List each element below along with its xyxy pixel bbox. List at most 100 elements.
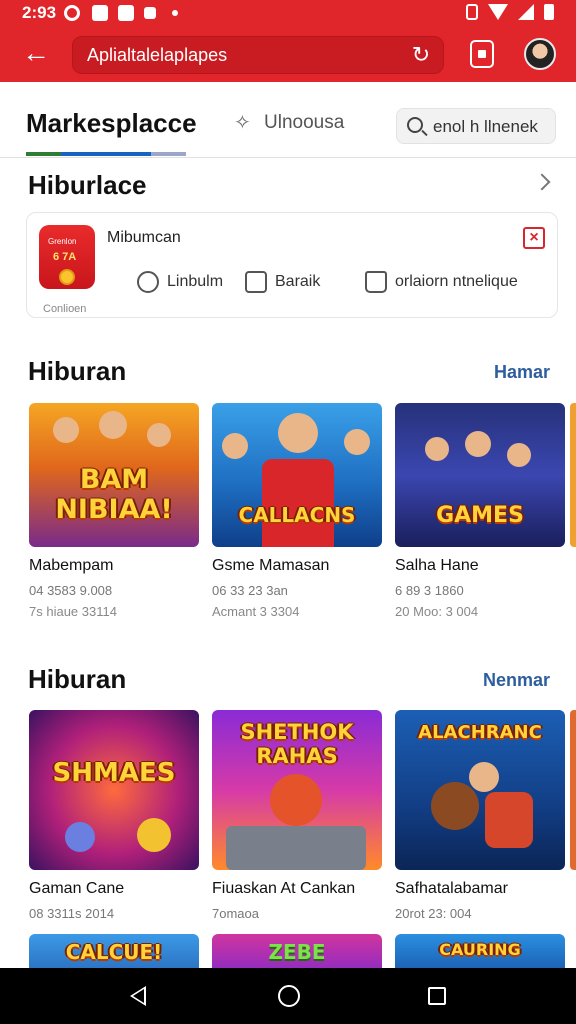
character-image [53,417,79,443]
reload-icon[interactable]: ↻ [409,43,433,67]
avatar[interactable] [524,38,556,70]
status-time: 2:93 [22,3,57,22]
notice-action-label: Baraik [275,273,321,290]
character-image [147,423,171,447]
nav-home-icon[interactable] [278,985,300,1007]
status-bar: 2:93 [0,0,576,28]
search-icon [407,117,423,133]
notice-title: Mibumcan [107,229,181,246]
game-art-title: ALACHRANC [418,722,542,743]
game-art-title: BAM NIBIAA! [55,464,173,525]
game-name: Salha Hane [395,557,479,574]
app-icon: Grenlon 6 7A [39,225,95,289]
close-icon[interactable]: × [523,227,545,249]
game-name: Mabempam [29,557,114,574]
notification-icon [118,5,134,21]
battery-icon [544,4,554,20]
puzzle-icon: ✧ [234,112,251,134]
tab-marketplace[interactable]: Markesplacce [26,108,197,139]
url-bar[interactable]: Aplialtalelaplapes ↻ [72,36,444,74]
section-title-1: Hiburan [28,356,127,386]
character-image [278,413,318,453]
status-icons [466,4,554,20]
game-art-title: CALLACNS [238,503,356,527]
game-thumbnail[interactable]: BAM NIBIAA! [29,403,199,547]
notification-icon [92,5,108,21]
nav-recents-icon[interactable] [428,987,446,1005]
character-image [469,762,499,792]
cart-image [226,826,366,870]
game-thumbnail[interactable]: SHMAES [29,710,199,870]
character-image [222,433,248,459]
game-tile[interactable]: BAM NIBIAA! Mabempam 04 3583 9.008 7s hi… [29,403,199,619]
back-arrow-icon[interactable]: ← [20,38,52,70]
game-tile-peek[interactable] [570,403,576,547]
game-meta: 7omaoa [212,906,259,921]
nav-back-icon[interactable] [130,986,146,1006]
game-art-title: CALCUE! [65,940,163,964]
notification-icon [144,7,156,19]
game-tile[interactable]: SHETHOK RAHAS Fiuaskan At Cankan 7omaoa [212,710,382,921]
character-image [425,437,449,461]
notice-action-label: Linbulm [167,273,224,290]
game-thumbnail[interactable]: CALLACNS [212,403,382,547]
app-icon-number: 6 7A [53,251,77,263]
game-art-title: SHMAES [52,758,176,788]
gem-image [137,818,171,852]
game-tile[interactable]: ALACHRANC Safhatalabamar 20rot 23: 004 [395,710,565,921]
app-bar: ← Aplialtalelaplapes ↻ [0,28,576,82]
game-meta: 08 3311s 2014 [29,906,115,921]
game-tile[interactable]: CALLACNS Gsme Mamasan 06 33 23 3an Acman… [212,403,382,619]
game-art-title: CAURING [439,940,521,959]
notice-action-2[interactable]: Baraik [245,271,320,293]
game-thumbnail[interactable]: GAMES [395,403,565,547]
game-name: Gaman Cane [29,880,125,897]
character-image [344,429,370,455]
section-title-2: Hiburan [28,664,127,694]
chat-icon [245,271,267,293]
game-name: Gsme Mamasan [212,557,330,574]
gem-image [65,822,95,852]
vibrate-icon [466,4,478,20]
game-thumbnail[interactable]: ALACHRANC [395,710,565,870]
app-icon-caption: Conlioen [43,303,87,315]
character-image [270,774,322,826]
url-text[interactable]: Aplialtalelaplapes [87,45,227,66]
wifi-icon [488,4,508,20]
notice-action-label: orlaiorn ntnelique [395,273,518,290]
coin-icon [59,269,75,285]
tab-secondary[interactable]: ✧ Ulnoousa [234,112,344,134]
game-art-title: SHETHOK RAHAS [240,720,354,768]
character-image [431,782,479,830]
notification-icon [64,5,80,21]
game-art-title: GAMES [436,503,524,528]
section-more-link-1[interactable]: Hamar [494,362,550,383]
game-meta: 20rot 23: 004 [395,906,472,921]
system-nav-bar [0,968,576,1024]
game-meta: 6 89 3 1860 [395,583,464,598]
section-more-link-2[interactable]: Nenmar [483,670,550,691]
active-tab-indicator [26,152,186,156]
tab-secondary-label: Ulnoousa [264,112,345,133]
notice-action-3[interactable]: orlaiorn ntnelique [365,271,518,293]
marketplace-tab-bar: Markesplacce ✧ Ulnoousa enol h llnenek [0,82,576,158]
notice-card[interactable]: Grenlon 6 7A Conlioen Mibumcan × Linbulm… [26,212,558,318]
character-image [465,431,491,457]
game-thumbnail[interactable]: SHETHOK RAHAS [212,710,382,870]
game-tile[interactable]: GAMES Salha Hane 6 89 3 1860 20 Moo: 3 0… [395,403,565,619]
character-image [507,443,531,467]
chevron-right-icon[interactable] [533,173,551,191]
search-button[interactable]: enol h llnenek [396,108,556,144]
game-name: Safhatalabamar [395,880,508,897]
tabs-icon[interactable] [470,40,494,68]
game-meta-secondary: Acmant 3 3304 [212,604,300,619]
signal-icon [518,4,534,20]
game-meta-secondary: 7s hiaue 33114 [29,604,117,619]
character-image [99,411,127,439]
game-tile-peek[interactable] [570,710,576,870]
game-tile[interactable]: SHMAES Gaman Cane 08 3311s 2014 [29,710,199,921]
game-meta: 06 33 23 3an [212,583,288,598]
notice-action-1[interactable]: Linbulm [137,271,223,293]
search-label: enol h llnenek [433,117,538,136]
bag-icon [365,271,387,293]
